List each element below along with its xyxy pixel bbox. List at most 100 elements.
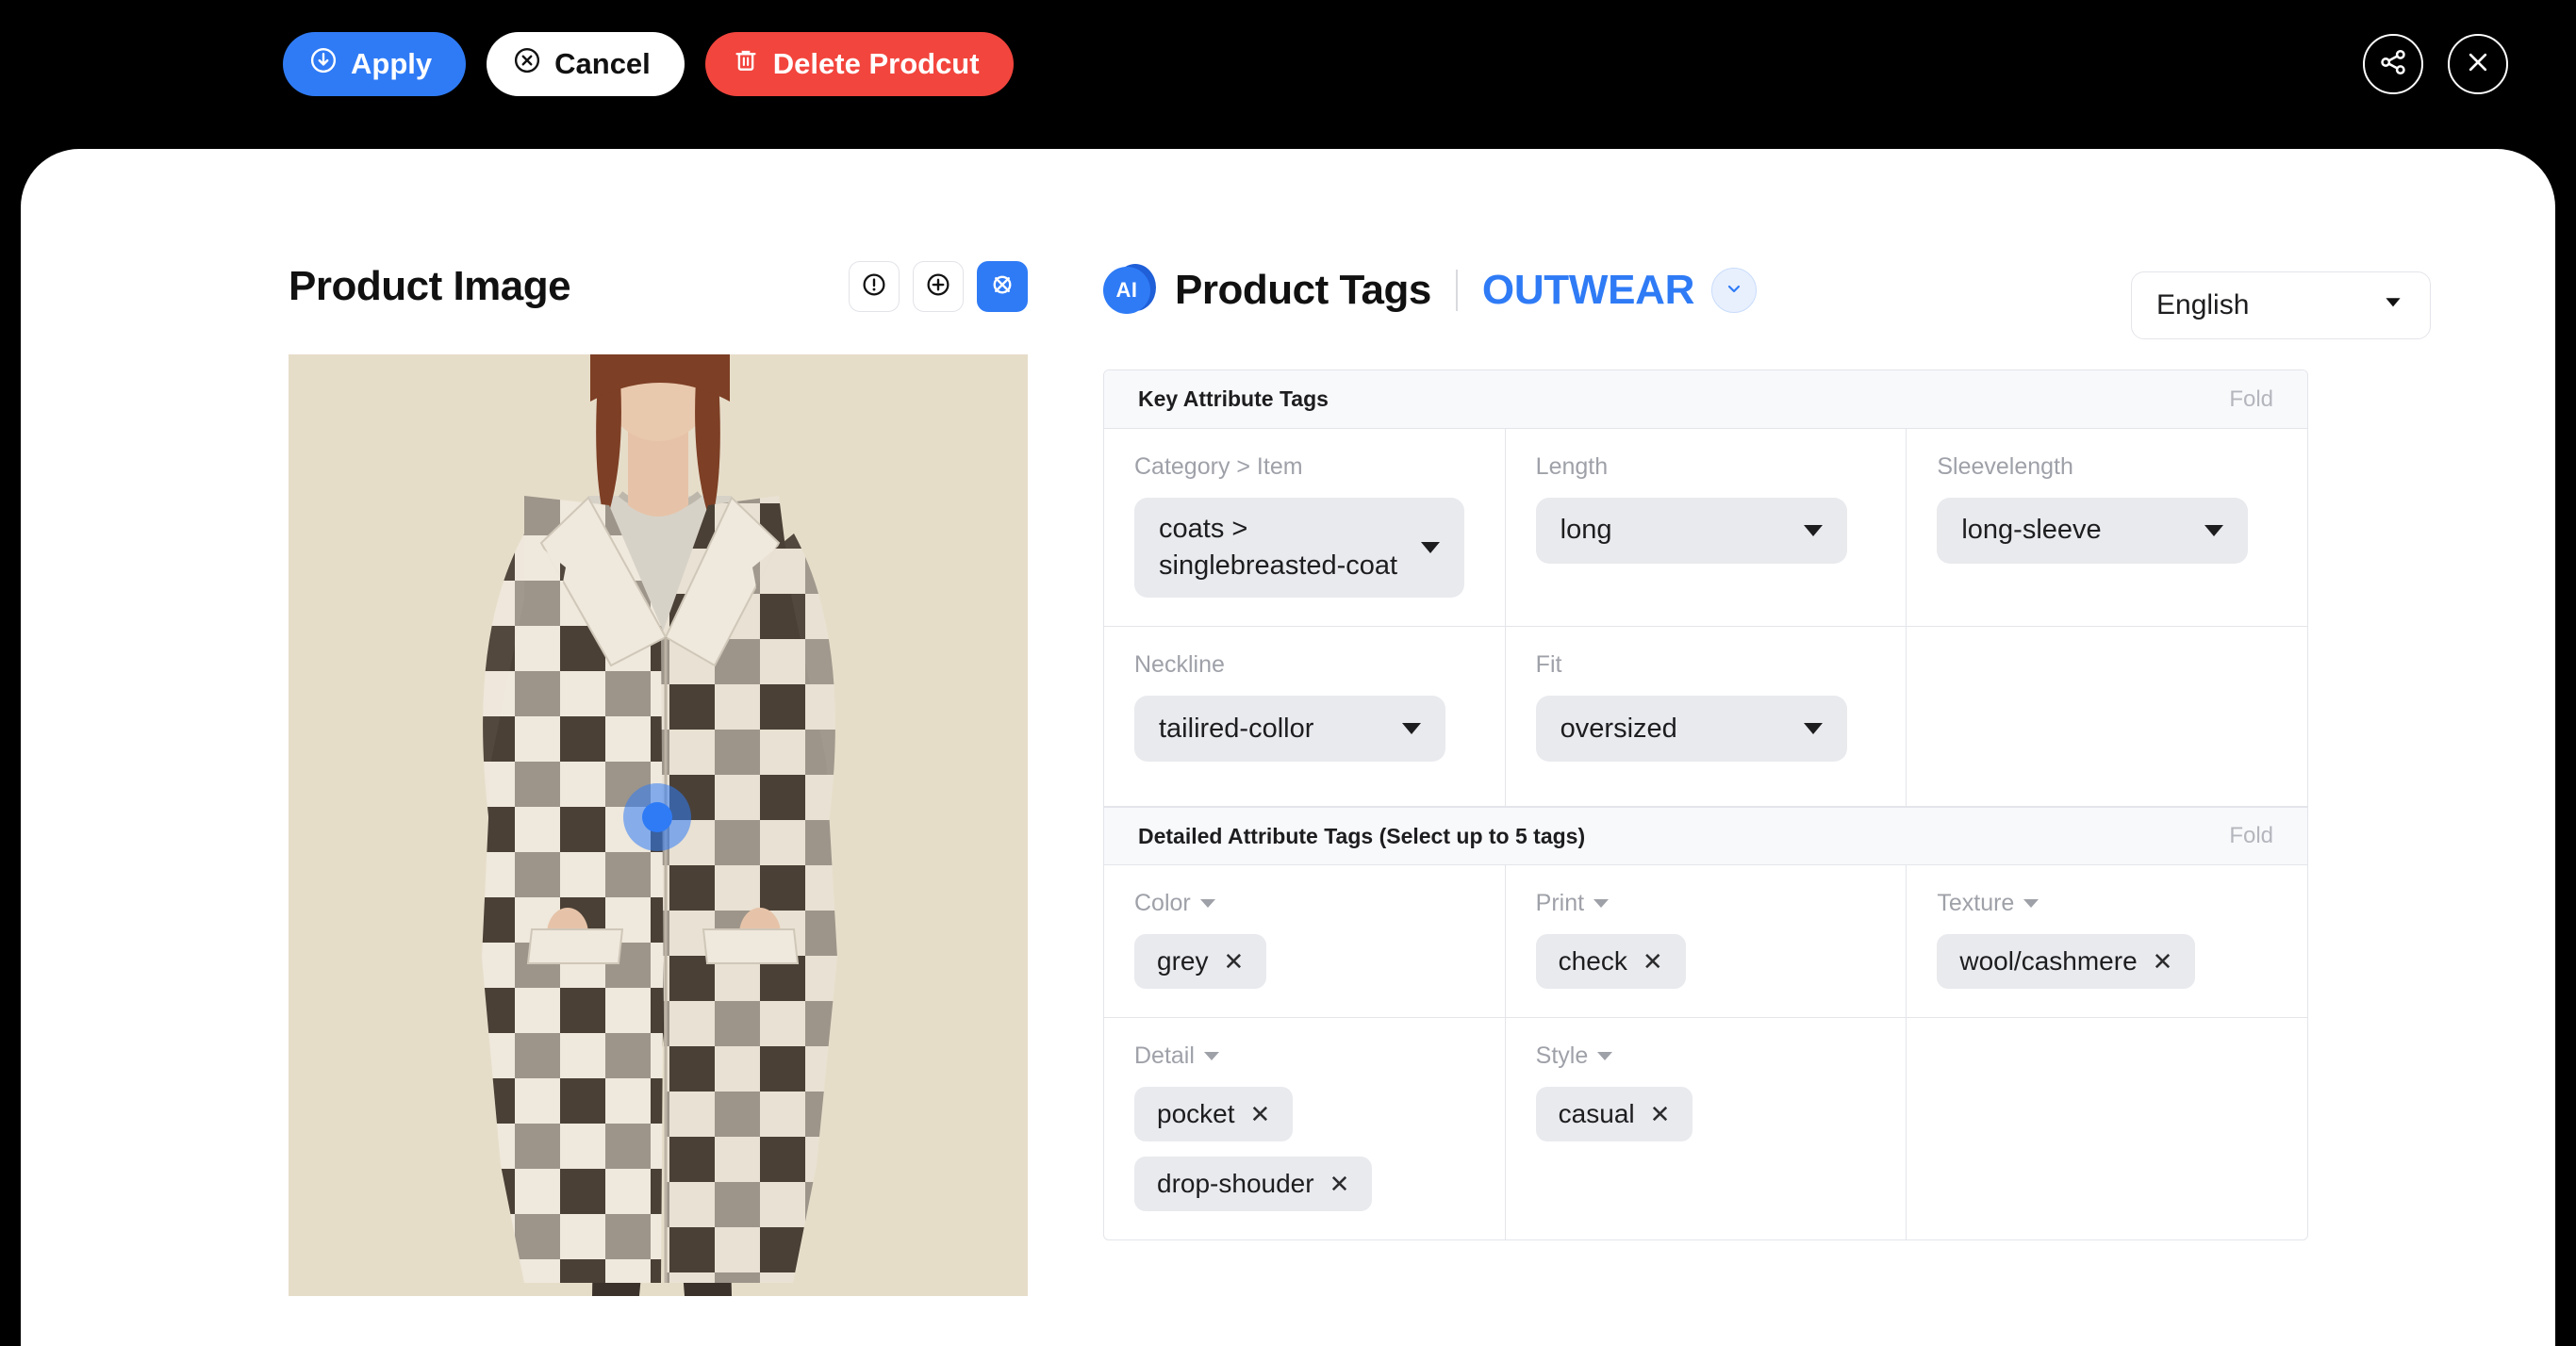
- field-neckline: Neckline tailired-collor: [1104, 627, 1506, 807]
- chip-label: pocket: [1157, 1099, 1235, 1129]
- chip-label: wool/cashmere: [1959, 946, 2138, 977]
- chevron-down-icon: [1203, 1052, 1219, 1061]
- category-item-select[interactable]: coats > singlebreasted-coat: [1134, 498, 1464, 599]
- detailed-attribute-title: Detailed Attribute Tags (Select up to 5 …: [1138, 823, 1586, 848]
- product-photo[interactable]: [289, 354, 1028, 1296]
- field-label-group[interactable]: Print: [1536, 890, 1876, 917]
- table-row: Category > Item coats > singlebreasted-c…: [1104, 429, 2307, 628]
- field-texture: Texture wool/cashmere ✕: [1907, 865, 2307, 1017]
- chevron-down-icon: [1593, 899, 1610, 909]
- chip-label: casual: [1558, 1099, 1635, 1129]
- fit-select[interactable]: oversized: [1535, 696, 1847, 763]
- print-chips: check ✕: [1535, 934, 1876, 990]
- sleevelength-select[interactable]: long-sleeve: [1937, 498, 2249, 564]
- field-empty: [1907, 1018, 2307, 1239]
- length-value: long: [1560, 515, 1612, 546]
- content-sheet: Product Image AI Product Tags OUTWEAR En…: [21, 149, 2555, 1346]
- fit-value: oversized: [1560, 713, 1677, 744]
- length-select[interactable]: long: [1535, 498, 1847, 564]
- cancel-button[interactable]: Cancel: [487, 32, 685, 96]
- category-dropdown-button[interactable]: [1711, 268, 1758, 313]
- sleevelength-value: long-sleeve: [1961, 515, 2102, 546]
- color-chips: grey ✕: [1134, 934, 1475, 990]
- page-title: Product Image: [289, 263, 571, 309]
- apply-icon: [309, 46, 338, 82]
- ai-badge-label: AI: [1103, 267, 1150, 314]
- key-attribute-title: Key Attribute Tags: [1138, 386, 1329, 411]
- chip-remove-icon[interactable]: ✕: [1223, 949, 1244, 974]
- field-label: Category > Item: [1134, 453, 1303, 480]
- chevron-down-icon: [1803, 723, 1823, 735]
- trash-icon: [732, 46, 760, 82]
- image-tool-buttons: [849, 261, 1028, 312]
- detailed-attribute-band: Detailed Attribute Tags (Select up to 5 …: [1104, 807, 2307, 866]
- field-category-item: Category > Item coats > singlebreasted-c…: [1104, 429, 1506, 627]
- tag-chip[interactable]: wool/cashmere ✕: [1937, 934, 2196, 990]
- chip-remove-icon[interactable]: ✕: [1643, 949, 1663, 974]
- tag-chip[interactable]: pocket ✕: [1134, 1087, 1294, 1142]
- chevron-down-icon: [1803, 525, 1823, 536]
- cancel-icon: [513, 46, 541, 82]
- apply-label: Apply: [351, 47, 433, 80]
- close-icon: [2462, 46, 2494, 83]
- warning-button[interactable]: [849, 261, 900, 312]
- language-value: English: [2156, 289, 2250, 320]
- tag-chip[interactable]: grey ✕: [1134, 934, 1267, 990]
- delete-product-button[interactable]: Delete Prodcut: [704, 32, 1014, 96]
- table-row: Detail pocket ✕ drop-shouder ✕ Style cas…: [1104, 1018, 2307, 1240]
- chevron-down-icon: [1723, 277, 1745, 304]
- target-icon: [988, 271, 1016, 304]
- category-item-value: coats > singlebreasted-coat: [1159, 514, 1398, 582]
- field-label: Fit: [1535, 651, 1562, 679]
- close-button[interactable]: [2448, 34, 2508, 94]
- header-divider: [1455, 270, 1458, 311]
- chip-remove-icon[interactable]: ✕: [1329, 1172, 1350, 1196]
- chip-remove-icon[interactable]: ✕: [1650, 1102, 1671, 1126]
- field-fit: Fit oversized: [1506, 627, 1907, 807]
- field-label: Print: [1535, 890, 1585, 917]
- product-image-panel: Product Image: [289, 253, 1052, 1296]
- share-button[interactable]: [2363, 34, 2423, 94]
- product-tags-panel: AI Product Tags OUTWEAR English Key Attr…: [1103, 253, 2431, 1241]
- field-length: Length long: [1506, 429, 1907, 627]
- add-icon: [924, 271, 952, 304]
- target-button[interactable]: [977, 261, 1028, 312]
- chip-label: check: [1558, 946, 1627, 977]
- field-sleevelength: Sleevelength long-sleeve: [1907, 429, 2307, 626]
- chevron-down-icon: [2204, 525, 2224, 536]
- key-attribute-fold-button[interactable]: Fold: [2229, 386, 2273, 413]
- chip-remove-icon[interactable]: ✕: [1250, 1102, 1271, 1126]
- table-row: Neckline tailired-collor Fit oversized: [1104, 627, 2307, 808]
- detailed-attribute-fold-button[interactable]: Fold: [2229, 823, 2273, 849]
- toolbar-right-actions: [2363, 34, 2508, 94]
- field-label-group[interactable]: Detail: [1134, 1042, 1475, 1070]
- add-button[interactable]: [913, 261, 964, 312]
- share-icon: [2377, 46, 2409, 83]
- field-label: Sleevelength: [1937, 453, 2073, 480]
- field-print: Print check ✕: [1506, 865, 1907, 1018]
- key-attribute-band: Key Attribute Tags Fold: [1104, 370, 2307, 429]
- field-label-group[interactable]: Color: [1134, 890, 1475, 917]
- chevron-down-icon: [2381, 289, 2405, 321]
- chip-remove-icon[interactable]: ✕: [2153, 949, 2173, 974]
- neckline-select[interactable]: tailired-collor: [1134, 696, 1445, 763]
- tag-chip[interactable]: check ✕: [1535, 934, 1686, 990]
- field-empty: [1907, 627, 2307, 806]
- field-label-group[interactable]: Style: [1536, 1042, 1876, 1070]
- field-label: Neckline: [1134, 651, 1225, 679]
- apply-button[interactable]: Apply: [283, 32, 467, 96]
- field-label: Color: [1134, 890, 1191, 917]
- category-label: OUTWEAR: [1481, 267, 1695, 313]
- chip-label: grey: [1157, 946, 1209, 977]
- tag-chip[interactable]: drop-shouder ✕: [1134, 1157, 1373, 1212]
- detail-chips: pocket ✕ drop-shouder ✕: [1134, 1087, 1475, 1212]
- chevron-down-icon: [1597, 1052, 1613, 1061]
- tag-chip[interactable]: casual ✕: [1535, 1087, 1693, 1142]
- image-marker[interactable]: [642, 802, 672, 832]
- cancel-label: Cancel: [554, 47, 651, 80]
- field-label: Style: [1535, 1042, 1589, 1070]
- language-select[interactable]: English: [2131, 271, 2431, 339]
- neckline-value: tailired-collor: [1159, 713, 1314, 744]
- field-label-group[interactable]: Texture: [1937, 890, 2277, 917]
- chevron-down-icon: [2023, 899, 2039, 909]
